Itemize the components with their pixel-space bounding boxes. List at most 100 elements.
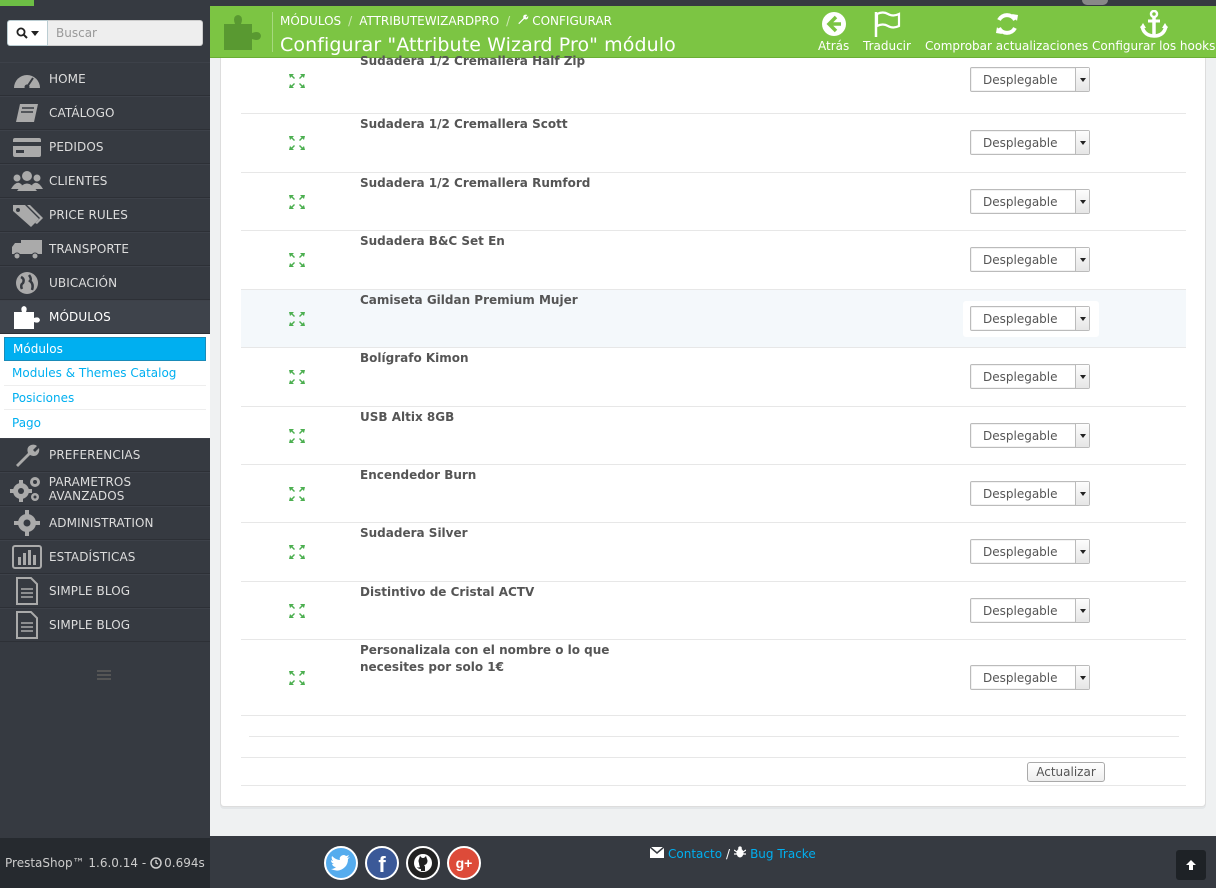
caret-down-icon	[1075, 424, 1089, 447]
menu-item-estadisticas[interactable]: ESTADÍSTICAS	[0, 540, 210, 574]
product-name: Sudadera Silver	[360, 526, 468, 540]
caret-down-icon	[1075, 190, 1089, 213]
display-type-select-wrap: Desplegable	[963, 418, 1099, 454]
display-type-select[interactable]: Desplegable	[970, 539, 1090, 564]
bug-tracker-link[interactable]: Bug Tracke	[750, 847, 816, 861]
google-plus-icon[interactable]: g+	[447, 846, 481, 880]
cogs-icon	[0, 472, 49, 506]
breadcrumb-item-configurar: CONFIGURAR	[532, 13, 612, 28]
expand-arrows-icon[interactable]	[288, 135, 306, 151]
menu-item-ubicacion[interactable]: UBICACIÓN	[0, 266, 210, 300]
sidebar: HOME CATÁLOGO PEDIDOS CLIENTES PRICE RUL…	[0, 6, 210, 888]
display-type-select[interactable]: Desplegable	[970, 67, 1090, 92]
menu-item-price-rules[interactable]: PRICE RULES	[0, 198, 210, 232]
avatar[interactable]	[1082, 0, 1108, 5]
arrow-up-icon	[1186, 860, 1196, 870]
menu-item-parametros-avanzados[interactable]: PARAMETROS AVANZADOS	[0, 472, 210, 506]
table-row: Encendedor Burn Desplegable	[241, 465, 1186, 523]
users-icon	[0, 164, 49, 198]
expand-arrows-icon[interactable]	[288, 194, 306, 210]
select-value: Desplegable	[983, 604, 1058, 618]
menu-item-preferencias[interactable]: PREFERENCIAS	[0, 438, 210, 472]
toolbar-label: Traducir	[863, 39, 911, 53]
breadcrumb-item-module[interactable]: ATTRIBUTEWIZARDPRO	[359, 14, 499, 28]
puzzle-icon	[220, 10, 264, 54]
expand-arrows-icon[interactable]	[288, 73, 306, 89]
search-type-button[interactable]	[7, 20, 48, 46]
submenu-item-pago[interactable]: Pago	[4, 410, 206, 435]
menu-label: MÓDULOS	[49, 310, 111, 324]
check-updates-button[interactable]: Comprobar actualizaciones	[925, 11, 1088, 53]
twitter-icon[interactable]	[324, 846, 358, 880]
collapse-menu-icon[interactable]	[97, 670, 111, 680]
menu-item-home[interactable]: HOME	[0, 62, 210, 96]
menu-item-simple-blog-1[interactable]: SIMPLE BLOG	[0, 574, 210, 608]
back-button[interactable]: Atrás	[818, 11, 849, 53]
expand-arrows-icon[interactable]	[288, 428, 306, 444]
anchor-icon	[1139, 10, 1169, 38]
facebook-icon[interactable]: f	[365, 846, 399, 880]
arrow-circle-left-icon	[821, 11, 847, 37]
load-time: 0.694s	[164, 856, 205, 870]
caret-down-icon	[1075, 599, 1089, 622]
display-type-select[interactable]: Desplegable	[970, 247, 1090, 272]
menu-item-administration[interactable]: ADMINISTRATION	[0, 506, 210, 540]
menu-label: HOME	[49, 72, 86, 86]
configure-hooks-button[interactable]: Configurar los hooks	[1092, 10, 1215, 53]
display-type-select-wrap: Desplegable	[963, 476, 1099, 512]
search-input[interactable]	[48, 20, 203, 46]
table-row: Sudadera 1/2 Cremallera Rumford Desplegab…	[241, 173, 1186, 231]
divider	[241, 785, 1186, 786]
bar-chart-icon	[0, 540, 49, 574]
display-type-select[interactable]: Desplegable	[970, 423, 1090, 448]
expand-arrows-icon[interactable]	[288, 486, 306, 502]
table-row: Camiseta Gildan Premium Mujer Desplegable	[241, 290, 1186, 348]
dashboard-icon	[0, 62, 49, 96]
menu-item-modulos[interactable]: MÓDULOS	[0, 300, 210, 334]
globe-icon	[0, 266, 49, 300]
display-type-select[interactable]: Desplegable	[970, 364, 1090, 389]
submenu-item-catalog[interactable]: Modules & Themes Catalog	[4, 361, 206, 386]
display-type-select[interactable]: Desplegable	[970, 189, 1090, 214]
toolbar-label: Atrás	[818, 39, 850, 53]
menu-item-pedidos[interactable]: PEDIDOS	[0, 130, 210, 164]
display-type-select[interactable]: Desplegable	[970, 598, 1090, 623]
expand-arrows-icon[interactable]	[288, 369, 306, 385]
table-row: Sudadera B&C Set En Desplegable	[241, 231, 1186, 290]
footer-separator: /	[726, 846, 731, 861]
display-type-select[interactable]: Desplegable	[970, 306, 1090, 331]
book-icon	[0, 96, 49, 130]
caret-down-icon	[1075, 666, 1089, 689]
product-name: Sudadera 1/2 Cremallera Half Zip	[360, 54, 586, 68]
display-type-select[interactable]: Desplegable	[970, 130, 1090, 155]
display-type-select-wrap: Desplegable	[963, 660, 1099, 696]
envelope-icon	[649, 845, 665, 861]
update-button[interactable]: Actualizar	[1027, 762, 1105, 782]
expand-arrows-icon[interactable]	[288, 544, 306, 560]
menu-item-simple-blog-2[interactable]: SIMPLE BLOG	[0, 608, 210, 642]
submenu-item-modulos[interactable]: Módulos	[4, 337, 206, 361]
version-text: PrestaShop™ 1.6.0.14 -	[5, 856, 147, 870]
expand-arrows-icon[interactable]	[288, 252, 306, 268]
menu-item-clientes[interactable]: CLIENTES	[0, 164, 210, 198]
menu-item-transporte[interactable]: TRANSPORTE	[0, 232, 210, 266]
display-type-select-wrap: Desplegable	[963, 301, 1099, 337]
display-type-select[interactable]: Desplegable	[970, 481, 1090, 506]
caret-down-icon	[1075, 365, 1089, 388]
contact-link[interactable]: Contacto	[668, 847, 722, 861]
flag-icon	[873, 11, 901, 37]
expand-arrows-icon[interactable]	[288, 311, 306, 327]
translate-button[interactable]: Traducir	[863, 11, 911, 53]
menu-item-catalogo[interactable]: CATÁLOGO	[0, 96, 210, 130]
expand-arrows-icon[interactable]	[288, 603, 306, 619]
caret-down-icon	[1075, 131, 1089, 154]
select-value: Desplegable	[983, 671, 1058, 685]
scroll-to-top-button[interactable]	[1176, 850, 1206, 880]
display-type-select[interactable]: Desplegable	[970, 665, 1090, 690]
product-name: Sudadera 1/2 Cremallera Rumford	[360, 176, 591, 190]
expand-arrows-icon[interactable]	[288, 670, 306, 686]
github-icon[interactable]	[406, 846, 440, 880]
submenu-item-posiciones[interactable]: Posiciones	[4, 386, 206, 411]
display-type-select-wrap: Desplegable	[963, 62, 1099, 98]
breadcrumb-item-modulos[interactable]: MÓDULOS	[280, 14, 341, 28]
